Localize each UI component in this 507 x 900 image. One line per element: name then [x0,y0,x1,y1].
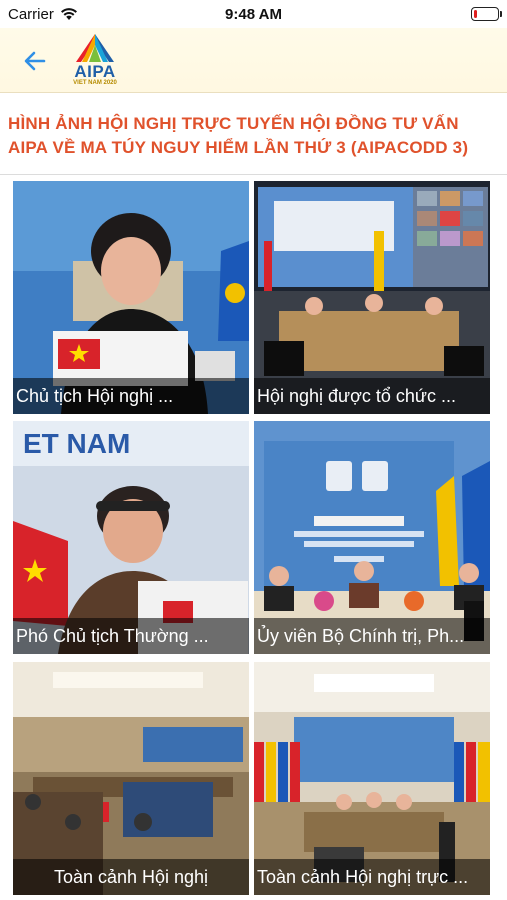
gallery-caption: Chủ tịch Hội nghị ... [13,378,249,414]
gallery-caption: Phó Chủ tịch Thường ... [13,618,249,654]
gallery-caption: Hội nghị được tổ chức ... [254,378,490,414]
wifi-icon [60,8,77,20]
back-button[interactable] [20,46,50,76]
gallery-item[interactable]: Hội nghị được tổ chức ... [254,181,490,414]
carrier-label: Carrier [8,5,54,23]
gallery-caption: Toàn cảnh Hội nghị trực ... [254,859,490,895]
status-left: Carrier [8,6,78,23]
logo-text: AIPA [74,62,116,81]
battery-icon [471,7,502,21]
aipa-logo-mark [76,34,114,62]
title-divider [0,174,507,175]
gallery-caption: Ủy viên Bộ Chính trị, Ph... [254,618,490,654]
gallery-item[interactable]: Toàn cảnh Hội nghị [13,662,249,895]
nav-divider [0,92,507,93]
svg-text:ET NAM: ET NAM [23,428,130,459]
gallery-item[interactable]: ET NAM Phó Chủ tịch Thường ... [13,421,249,654]
aipa-logo: AIPA VIET NAM 2020 [62,32,128,88]
status-bar: Carrier 9:48 AM [0,0,507,28]
nav-bar: AIPA VIET NAM 2020 [0,28,507,92]
battery-level [474,10,477,18]
gallery-item[interactable]: Toàn cảnh Hội nghị trực ... [254,662,490,895]
app-root: Carrier 9:48 AM AIPA VIET NAM 2020 HÌNH … [0,0,507,900]
gallery-item[interactable]: Chủ tịch Hội nghị ... [13,181,249,414]
logo-subtext: VIET NAM 2020 [73,80,117,86]
gallery-caption: Toàn cảnh Hội nghị [13,859,249,895]
gallery-item[interactable]: Ủy viên Bộ Chính trị, Ph... [254,421,490,654]
arrow-left-icon [24,51,46,71]
page-title: HÌNH ẢNH HỘI NGHỊ TRỰC TUYẾN HỘI ĐỒNG TƯ… [8,114,469,157]
